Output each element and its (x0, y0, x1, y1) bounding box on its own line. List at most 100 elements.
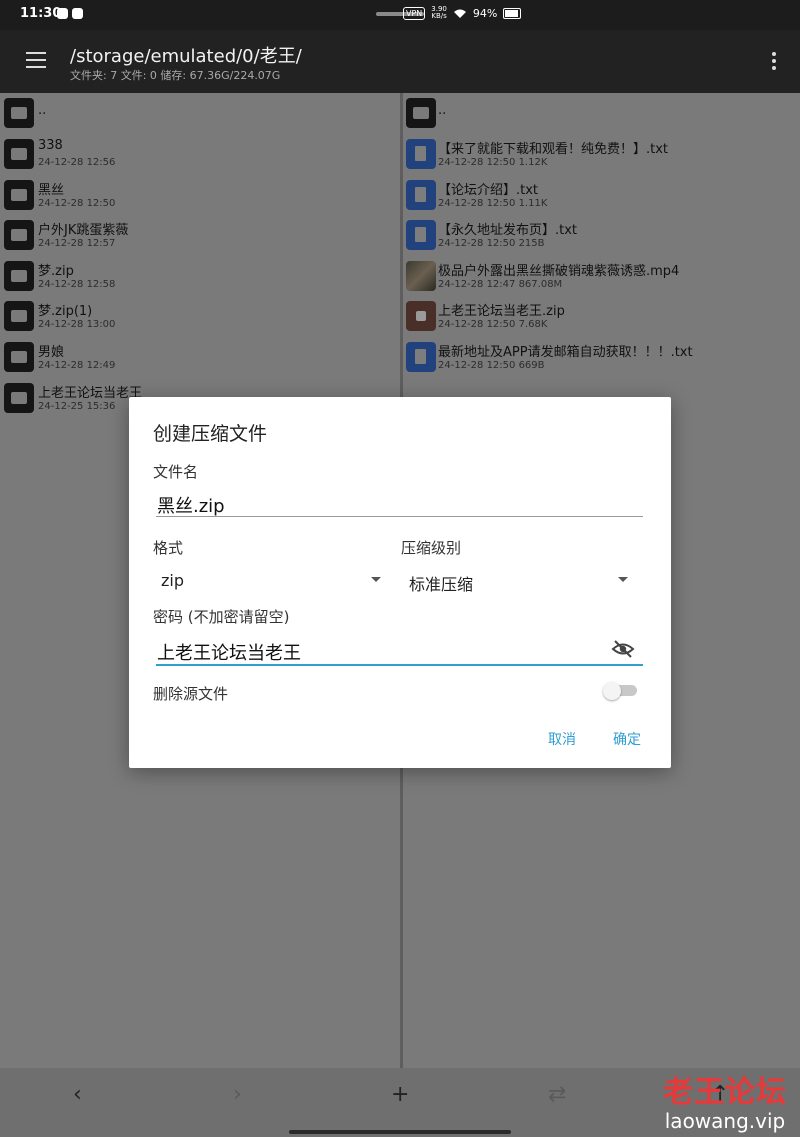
list-item[interactable]: 【来了就能下载和观看！纯免费！】.txt 24-12-28 12:50 1.12… (403, 134, 800, 174)
toggle-thumb (603, 682, 621, 700)
status-bar: 11:30 VPN 3.90 KB/s 94% (0, 0, 800, 30)
swap-panes-button[interactable]: ⇄ (548, 1082, 566, 1107)
folder-icon (4, 98, 34, 128)
file-meta: 24-12-28 12:50 215B (438, 238, 545, 249)
folder-icon (406, 98, 436, 128)
forward-button[interactable]: › (233, 1082, 242, 1107)
filename-underline (156, 516, 643, 517)
folder-icon (4, 261, 34, 291)
file-meta: 24-12-28 12:50 7.68K (438, 319, 548, 330)
create-archive-dialog: 创建压缩文件 文件名 黑丝.zip 格式 zip 压缩级别 标准压缩 密码 (不… (129, 397, 671, 768)
vpn-icon: VPN (403, 6, 426, 20)
zip-file-icon (406, 301, 436, 331)
file-meta: 24-12-28 12:50 1.11K (438, 198, 548, 209)
compression-level-dropdown-icon[interactable] (618, 577, 628, 582)
format-label: 格式 (153, 539, 184, 557)
file-meta: 24-12-28 12:49 (38, 360, 116, 371)
compression-level-label: 压缩级别 (401, 539, 462, 557)
file-name: 梦.zip(1) (38, 304, 93, 319)
file-meta: 24-12-28 12:50 669B (438, 360, 545, 371)
network-speed-unit: KB/s (431, 12, 447, 20)
wechat-notification-icon (57, 8, 68, 19)
file-name: 上老王论坛当老王.zip (438, 304, 565, 319)
app-bar: /storage/emulated/0/老王/ 文件夹: 7 文件: 0 储存:… (0, 30, 800, 93)
file-name: 【来了就能下载和观看！纯免费！】.txt (438, 142, 669, 157)
watermark: 老王论坛 laowang.vip (650, 1067, 800, 1133)
list-item[interactable]: 黑丝 24-12-28 12:50 (0, 175, 400, 215)
text-file-icon (406, 342, 436, 372)
file-name: 梦.zip (38, 264, 74, 279)
password-underline (156, 664, 643, 666)
folder-icon (4, 342, 34, 372)
storage-info: 文件夹: 7 文件: 0 储存: 67.36G/224.07G (70, 69, 281, 82)
filename-field[interactable]: 黑丝.zip (157, 492, 225, 518)
file-meta: 24-12-28 13:00 (38, 319, 116, 330)
folder-icon (4, 139, 34, 169)
list-item[interactable]: 上老王论坛当老王.zip 24-12-28 12:50 7.68K (403, 296, 800, 336)
gesture-bar (289, 1130, 511, 1134)
status-time: 11:30 (20, 6, 62, 21)
format-select[interactable]: zip (161, 571, 184, 590)
compression-level-select[interactable]: 标准压缩 (409, 571, 473, 595)
watermark-url: laowang.vip (664, 1109, 786, 1133)
text-file-icon (406, 139, 436, 169)
list-item[interactable]: 最新地址及APP请发邮箱自动获取！！！.txt 24-12-28 12:50 6… (403, 337, 800, 377)
list-item[interactable]: 【论坛介绍】.txt 24-12-28 12:50 1.11K (403, 175, 800, 215)
password-field[interactable]: 上老王论坛当老王 (157, 639, 301, 665)
list-item[interactable]: 338 24-12-28 12:56 (0, 134, 400, 174)
file-name: 男娘 (38, 345, 65, 360)
folder-icon (4, 383, 34, 413)
watermark-title: 老王论坛 (663, 1075, 787, 1110)
video-thumbnail-icon (406, 261, 436, 291)
list-item[interactable]: .. (0, 93, 400, 133)
list-item[interactable]: 【永久地址发布页】.txt 24-12-28 12:50 215B (403, 215, 800, 255)
battery-percent: 94% (472, 6, 498, 20)
file-meta: 24-12-28 12:58 (38, 279, 116, 290)
text-file-icon (406, 180, 436, 210)
network-speed: 3.90 KB/s (431, 6, 447, 20)
list-item[interactable]: 男娘 24-12-28 12:49 (0, 337, 400, 377)
list-item[interactable]: 梦.zip(1) 24-12-28 13:00 (0, 296, 400, 336)
file-name: 户外JK跳蛋紫薇 (38, 223, 129, 238)
dialog-title: 创建压缩文件 (153, 423, 268, 445)
folder-icon (4, 220, 34, 250)
folder-icon (4, 180, 34, 210)
delete-source-toggle[interactable] (603, 682, 637, 700)
filename-label: 文件名 (153, 463, 199, 481)
delete-source-label: 删除源文件 (153, 685, 229, 703)
file-name: 上老王论坛当老王 (38, 386, 143, 401)
text-file-icon (406, 220, 436, 250)
file-name: .. (438, 103, 447, 118)
wifi-icon (453, 9, 466, 18)
list-item[interactable]: 梦.zip 24-12-28 12:58 (0, 256, 400, 296)
file-meta: 24-12-28 12:57 (38, 238, 116, 249)
menu-icon[interactable] (26, 52, 46, 68)
add-button[interactable]: + (391, 1082, 409, 1107)
file-meta: 24-12-25 15:36 (38, 401, 116, 412)
app-notification-icon (72, 8, 83, 19)
password-label: 密码 (不加密请留空) (153, 608, 290, 626)
file-meta: 24-12-28 12:50 1.12K (438, 157, 548, 168)
format-dropdown-icon[interactable] (371, 577, 381, 582)
folder-icon (4, 301, 34, 331)
file-name: 338 (38, 138, 63, 153)
file-name: .. (38, 103, 47, 118)
file-name: 【永久地址发布页】.txt (438, 223, 578, 238)
list-item[interactable]: 户外JK跳蛋紫薇 24-12-28 12:57 (0, 215, 400, 255)
file-meta: 24-12-28 12:56 (38, 157, 116, 168)
more-options-icon[interactable] (772, 52, 776, 73)
list-item[interactable]: 极品户外露出黑丝撕破销魂紫薇诱惑.mp4 24-12-28 12:47 867.… (403, 256, 800, 296)
cancel-button[interactable]: 取消 (548, 729, 576, 749)
ok-button[interactable]: 确定 (613, 729, 641, 749)
file-meta: 24-12-28 12:47 867.08M (438, 279, 563, 290)
visibility-off-icon[interactable] (611, 639, 635, 659)
file-name: 极品户外露出黑丝撕破销魂紫薇诱惑.mp4 (438, 264, 680, 279)
file-name: 最新地址及APP请发邮箱自动获取！！！.txt (438, 345, 693, 360)
file-name: 【论坛介绍】.txt (438, 183, 539, 198)
current-path: /storage/emulated/0/老王/ (70, 46, 302, 67)
file-meta: 24-12-28 12:50 (38, 198, 116, 209)
file-name: 黑丝 (38, 183, 65, 198)
list-item[interactable]: .. (403, 93, 800, 133)
back-button[interactable]: ‹ (73, 1082, 82, 1107)
battery-icon (503, 7, 522, 19)
